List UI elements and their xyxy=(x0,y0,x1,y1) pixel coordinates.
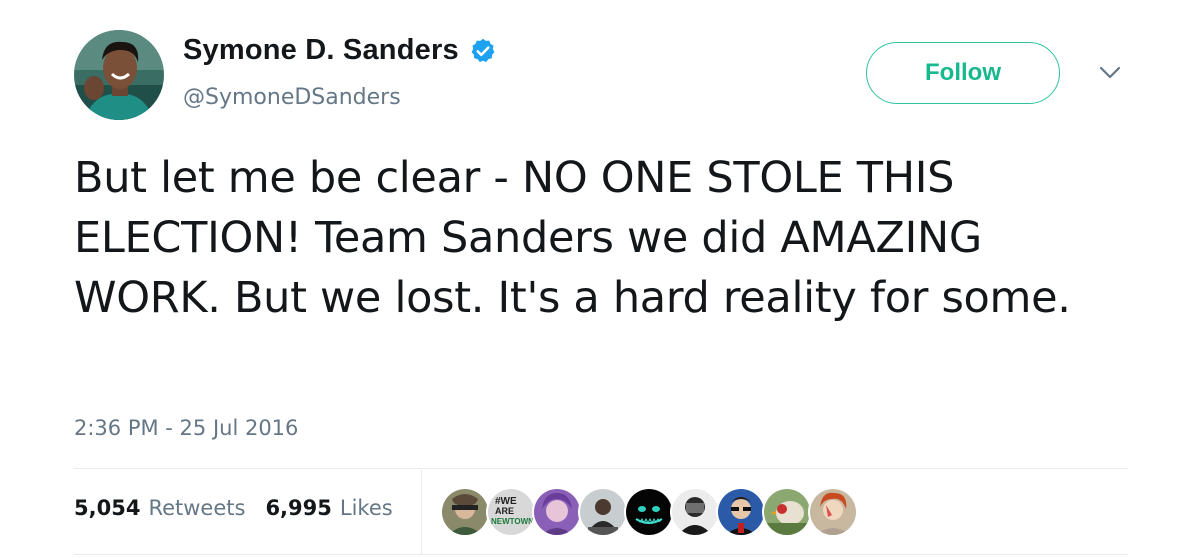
liker-avatar[interactable] xyxy=(672,489,718,535)
divider xyxy=(74,554,1128,555)
tweet-timestamp[interactable]: 2:36 PM - 25 Jul 2016 xyxy=(74,416,298,440)
author-handle[interactable]: @SymoneDSanders xyxy=(183,85,401,110)
divider xyxy=(74,468,1128,469)
chevron-down-icon[interactable] xyxy=(1098,64,1122,82)
liker-avatar[interactable] xyxy=(442,489,488,535)
liker-avatar[interactable] xyxy=(764,489,810,535)
tweet-text: But let me be clear - NO ONE STOLE THIS … xyxy=(74,153,1071,323)
liker-avatar[interactable]: #WE ARE NEWTOWN xyxy=(488,489,534,535)
author-name-row: Symone D. Sanders xyxy=(183,34,497,67)
liker-avatar[interactable] xyxy=(580,489,626,535)
liker-avatar[interactable] xyxy=(810,489,856,535)
tweet-stats: 5,054 Retweets 6,995 Likes xyxy=(74,496,413,520)
liker-avatars: #WE ARE NEWTOWN xyxy=(442,489,856,535)
liker-avatar[interactable] xyxy=(534,489,580,535)
likes-stat[interactable]: 6,995 Likes xyxy=(265,496,392,520)
retweets-stat[interactable]: 5,054 Retweets xyxy=(74,496,245,520)
liker-badge-line: ARE xyxy=(495,506,514,516)
author-name[interactable]: Symone D. Sanders xyxy=(183,34,459,67)
verified-badge-icon xyxy=(469,37,497,65)
likes-count: 6,995 xyxy=(265,496,332,520)
author-avatar[interactable] xyxy=(74,30,164,120)
liker-avatar[interactable] xyxy=(718,489,764,535)
likes-label: Likes xyxy=(339,496,393,520)
retweets-count: 5,054 xyxy=(74,496,141,520)
stats-separator xyxy=(421,470,422,554)
liker-avatar[interactable] xyxy=(626,489,672,535)
follow-button[interactable]: Follow xyxy=(866,42,1060,104)
retweets-label: Retweets xyxy=(148,496,246,520)
liker-badge-line: NEWTOWN xyxy=(491,517,534,526)
profile-avatar-image xyxy=(74,30,164,120)
